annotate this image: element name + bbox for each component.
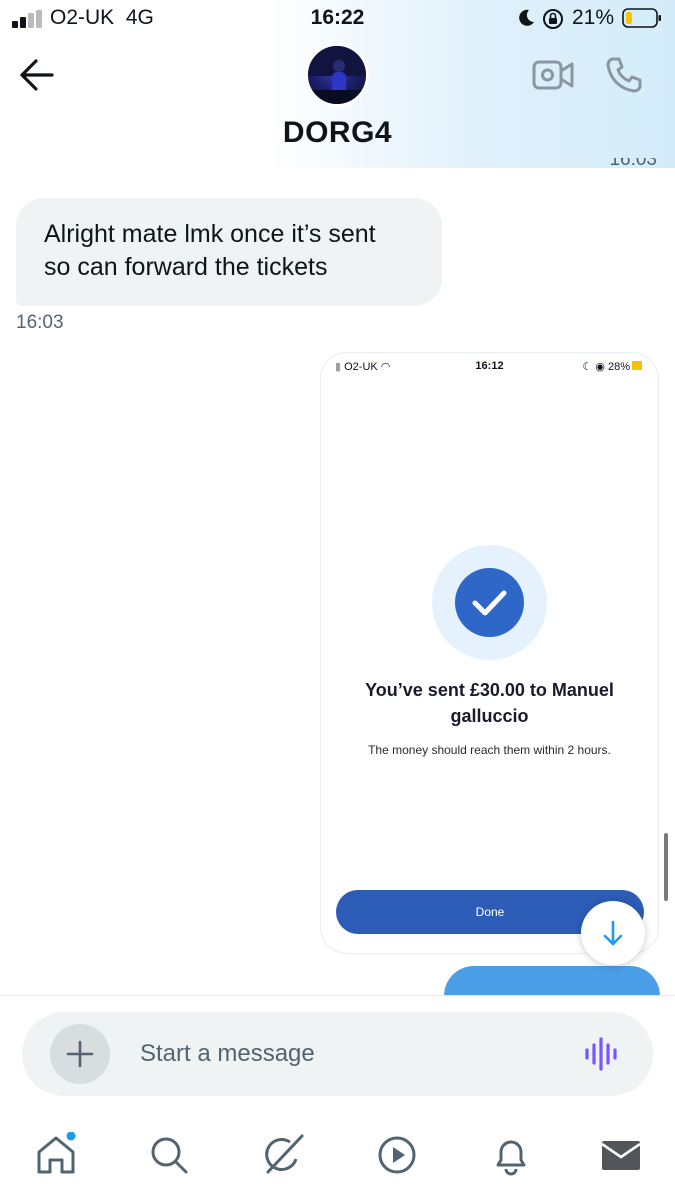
payment-title-line: You’ve sent £30.00 to Manuel: [365, 680, 614, 700]
grok-icon[interactable]: [260, 1132, 306, 1178]
attachment-battery-icon: [632, 361, 642, 370]
attachment-moon-icon: ☾: [582, 361, 593, 373]
battery-percentage: 21%: [572, 6, 615, 29]
message-composer: [22, 1012, 653, 1096]
scroll-to-bottom-button[interactable]: [581, 901, 645, 965]
payment-confirmation-subtitle: The money should reach them within 2 hou…: [368, 743, 611, 757]
message-input[interactable]: [140, 1012, 560, 1096]
contact-name[interactable]: DORG4: [0, 116, 675, 150]
battery-icon: [622, 8, 661, 28]
contact-avatar[interactable]: [305, 43, 369, 107]
phone-call-icon[interactable]: [605, 56, 643, 94]
arrow-down-icon: [603, 920, 623, 946]
payment-title-line: galluccio: [450, 706, 529, 726]
plus-icon: [66, 1040, 94, 1068]
play-icon[interactable]: [374, 1132, 420, 1178]
message-text-line: so can forward the tickets: [44, 253, 328, 281]
mail-icon[interactable]: [598, 1132, 644, 1178]
back-arrow-icon[interactable]: [18, 58, 56, 92]
avatar-photo: [308, 46, 366, 104]
scrollbar-thumb[interactable]: [664, 833, 668, 901]
received-message-bubble[interactable]: Alright mate lmk once it’s sent so can f…: [16, 198, 442, 306]
attachment-lock-icon: ◉: [595, 361, 605, 373]
message-text-line: Alright mate lmk once it’s sent: [44, 220, 376, 248]
video-call-icon[interactable]: [532, 58, 574, 92]
success-check-badge: [432, 545, 547, 660]
do-not-disturb-moon-icon: [519, 9, 534, 26]
attachment-status-right: ☾ ◉ 28%: [582, 360, 642, 373]
attachment-battery-percentage: 28%: [607, 361, 630, 373]
image-attachment[interactable]: ▮ O2-UK ◠ 16:12 ☾ ◉ 28% You’ve sent £30.…: [321, 353, 658, 953]
message-timestamp: 16:03: [16, 312, 64, 333]
rotation-lock-icon: [543, 9, 563, 29]
check-circle: [455, 568, 524, 637]
home-icon[interactable]: [33, 1132, 79, 1178]
payment-confirmation-title: You’ve sent £30.00 to Manuel galluccio: [341, 677, 638, 729]
checkmark-icon: [472, 590, 507, 616]
voice-message-icon[interactable]: [582, 1036, 622, 1072]
message-timestamp-partial: 16:03: [609, 158, 657, 170]
add-attachment-button[interactable]: [50, 1024, 110, 1084]
bottom-tab-bar: [0, 1110, 675, 1200]
bell-icon[interactable]: [488, 1132, 534, 1178]
search-icon[interactable]: [146, 1132, 192, 1178]
